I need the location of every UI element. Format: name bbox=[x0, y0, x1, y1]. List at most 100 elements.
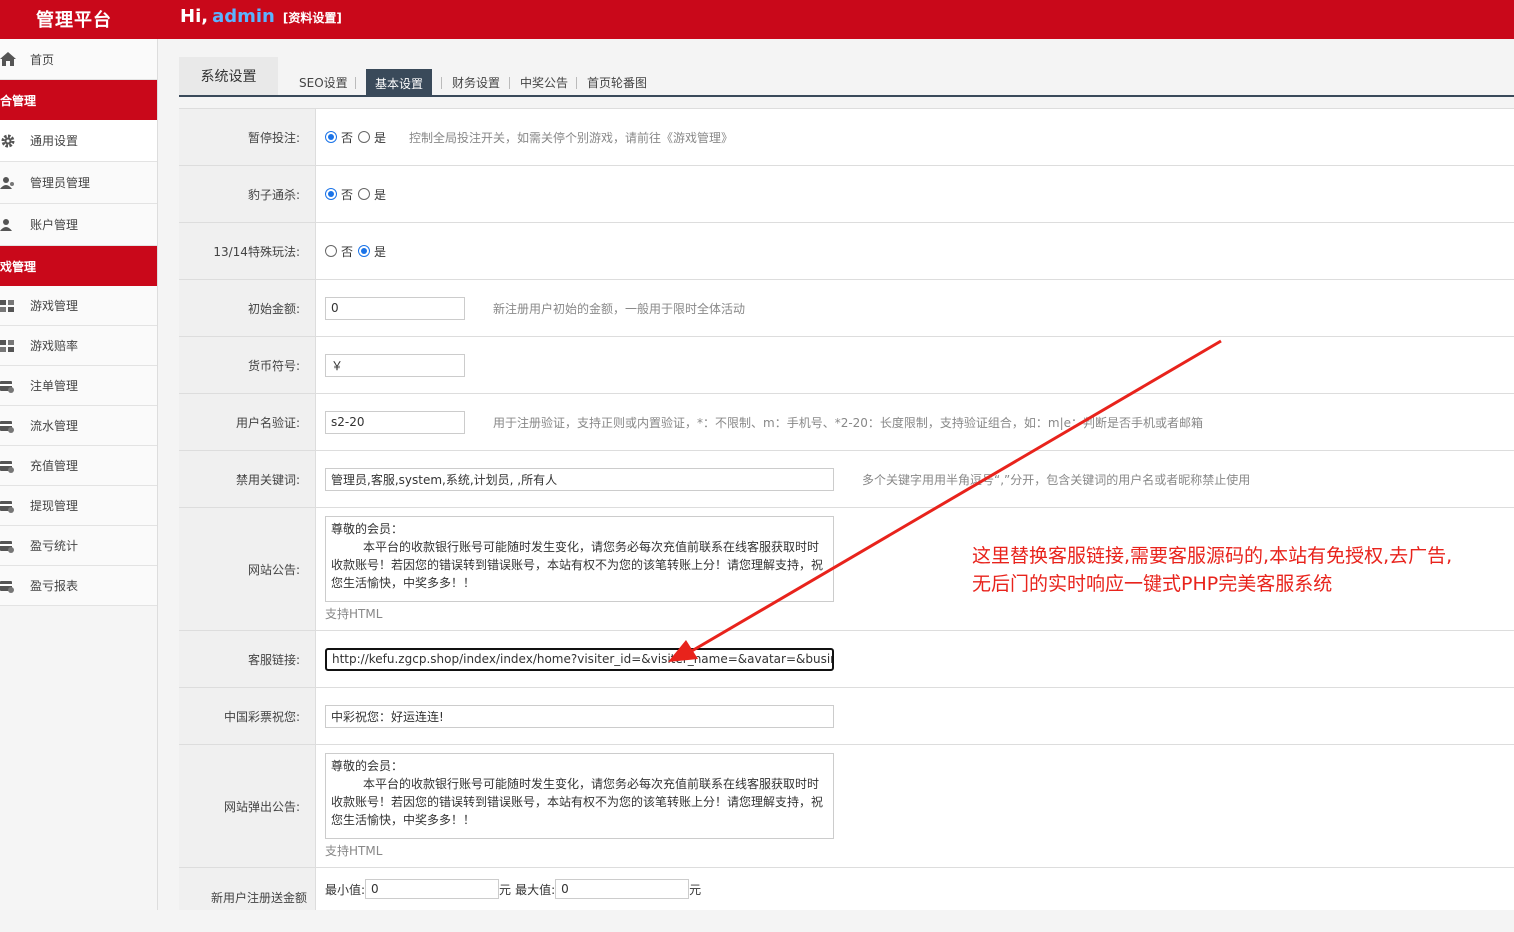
users-icon bbox=[0, 176, 14, 189]
sidebar-item-label: 盈亏报表 bbox=[30, 579, 79, 593]
sidebar-group-game[interactable]: 游戏管理 bbox=[0, 246, 157, 286]
currency-symbol-input[interactable]: ￥ bbox=[325, 353, 465, 377]
sidebar-item-withdraw-management[interactable]: 提现管理 bbox=[0, 486, 157, 526]
radio-pause-yes[interactable] bbox=[358, 131, 371, 143]
max-label: 最大值: bbox=[515, 882, 556, 897]
settings-form: 暂停投注: 否 是 控制全局投注开关，如需关停个别游戏，请前往《游戏管理》 豹子… bbox=[179, 108, 1514, 928]
field-control: 否 是 bbox=[325, 166, 391, 222]
form-row-currency-symbol: 货币符号: ￥ bbox=[179, 337, 1514, 394]
tab-seo-settings[interactable]: SEO设置 bbox=[299, 69, 348, 95]
sidebar-item-label: 首页 bbox=[30, 52, 55, 67]
field-hint: 用于注册验证，支持正则或内置验证，*：不限制、m：手机号、*2-20：长度限制，… bbox=[493, 415, 1204, 430]
sidebar-item-admin-management[interactable]: 管理员管理 bbox=[0, 162, 157, 204]
radio-label: 否 bbox=[341, 244, 354, 259]
grid-icon bbox=[0, 339, 14, 352]
field-control: 否 是 bbox=[325, 223, 391, 279]
html-support-note: 支持HTML bbox=[325, 607, 383, 621]
service-link-input[interactable]: http://kefu.zgcp.shop/index/index/home?v… bbox=[325, 647, 834, 671]
home-icon bbox=[0, 52, 16, 66]
field-control: 尊敬的会员： 本平台的收款银行账号可能随时发生变化，请您务必每次充值前联系在线客… bbox=[325, 508, 834, 630]
bonus-min-input[interactable]: 0 bbox=[365, 879, 500, 899]
tab-winning-notice[interactable]: 中奖公告 bbox=[520, 69, 568, 95]
textarea-line: 尊敬的会员： bbox=[331, 759, 404, 773]
field-label: 客服链接: bbox=[179, 631, 316, 687]
field-control: 0 新注册用户初始的金额，一般用于限时全体活动 bbox=[325, 280, 745, 336]
sidebar-item-label: 游戏赔率 bbox=[30, 339, 79, 353]
radio-special-no[interactable] bbox=[325, 245, 337, 257]
field-control: 最小值: 0 元 最大值: 0 元 bbox=[325, 868, 701, 910]
gear-icon bbox=[1, 134, 15, 147]
main-content: 系统设置 SEO设置 基本设置 财务设置 中奖公告 首页轮番图 暂停投注: 否 … bbox=[179, 39, 1514, 928]
initial-amount-input[interactable]: 0 bbox=[325, 296, 465, 320]
radio-label: 是 bbox=[374, 130, 387, 145]
banned-words-input[interactable]: 管理员,客服,system,系统,计划员, ,所有人 bbox=[325, 467, 834, 491]
radio-label: 是 bbox=[374, 244, 387, 259]
sidebar: 首页 综合管理 通用设置 管理员管理 账户管理 游戏管理 游戏管理 游戏赔率 注… bbox=[0, 39, 158, 910]
radio-label: 是 bbox=[374, 187, 387, 202]
field-hint: 新注册用户初始的金额，一般用于限时全体活动 bbox=[493, 301, 746, 316]
sidebar-item-account-management[interactable]: 账户管理 bbox=[0, 204, 157, 246]
field-label: 货币符号: bbox=[179, 337, 316, 393]
brand-title: 管理平台 bbox=[36, 10, 112, 31]
unit-label: 元 bbox=[499, 882, 512, 897]
form-row-special-play: 13/14特殊玩法: 否 是 bbox=[179, 223, 1514, 280]
card-icon bbox=[0, 580, 14, 593]
annotation-text: 这里替换客服链接,需要客服源码的,本站有免授权,去广告, 无后门的实时响应一键式… bbox=[972, 542, 1452, 598]
sidebar-item-game-odds[interactable]: 游戏赔率 bbox=[0, 326, 157, 366]
form-row-popup-notice: 网站弹出公告: 尊敬的会员： 本平台的收款银行账号可能随时发生变化，请您务必每次… bbox=[179, 745, 1514, 868]
form-row-leopard-kill: 豹子通杀: 否 是 bbox=[179, 166, 1514, 223]
greeting: Hi, admin [资料设置] bbox=[180, 6, 342, 27]
card-icon bbox=[0, 420, 14, 433]
user-icon bbox=[0, 218, 12, 231]
site-notice-textarea[interactable]: 尊敬的会员： 本平台的收款银行账号可能随时发生变化，请您务必每次充值前联系在线客… bbox=[325, 516, 834, 602]
form-row-pause-betting: 暂停投注: 否 是 控制全局投注开关，如需关停个别游戏，请前往《游戏管理》 bbox=[179, 109, 1514, 166]
tab-divider bbox=[355, 77, 356, 89]
profile-settings-link[interactable]: [资料设置] bbox=[283, 11, 342, 25]
tab-basic-settings[interactable]: 基本设置 bbox=[366, 69, 433, 97]
field-label: 用户名验证: bbox=[179, 394, 316, 450]
sidebar-item-profit-stats[interactable]: 盈亏统计 bbox=[0, 526, 157, 566]
field-control: 尊敬的会员： 本平台的收款银行账号可能随时发生变化，请您务必每次充值前联系在线客… bbox=[325, 745, 834, 867]
sidebar-item-flow-management[interactable]: 流水管理 bbox=[0, 406, 157, 446]
field-label: 网站公告: bbox=[179, 508, 316, 630]
sidebar-item-label: 通用设置 bbox=[30, 134, 79, 148]
field-control: http://kefu.zgcp.shop/index/index/home?v… bbox=[325, 631, 834, 687]
field-label: 豹子通杀: bbox=[179, 166, 316, 222]
annotation-line: 这里替换客服链接,需要客服源码的,本站有免授权,去广告, bbox=[972, 545, 1453, 567]
sidebar-group-general[interactable]: 综合管理 bbox=[0, 80, 157, 120]
sidebar-item-general-settings[interactable]: 通用设置 bbox=[0, 120, 157, 162]
bonus-max-input[interactable]: 0 bbox=[555, 879, 690, 899]
username-rule-input[interactable]: s2-20 bbox=[325, 410, 465, 434]
username-link[interactable]: admin bbox=[212, 6, 275, 27]
tab-divider bbox=[441, 77, 442, 89]
tab-finance-settings[interactable]: 财务设置 bbox=[452, 69, 500, 95]
field-control: 管理员,客服,system,系统,计划员, ,所有人 多个关键字用用半角逗号“,… bbox=[325, 451, 1250, 507]
radio-special-yes[interactable] bbox=[358, 245, 371, 257]
bottom-strip bbox=[0, 910, 1514, 932]
sidebar-group-label: 游戏管理 bbox=[0, 259, 37, 274]
field-label: 13/14特殊玩法: bbox=[179, 223, 316, 279]
textarea-line: 本平台的收款银行账号可能随时发生变化，请您务必每次充值前联系在线客服获取时时收款… bbox=[331, 540, 824, 590]
sidebar-item-game-management[interactable]: 游戏管理 bbox=[0, 286, 157, 326]
html-support-note: 支持HTML bbox=[325, 844, 383, 858]
field-control: 中彩祝您：好运连连! bbox=[325, 688, 834, 744]
field-control: s2-20 用于注册验证，支持正则或内置验证，*：不限制、m：手机号、*2-20… bbox=[325, 394, 1203, 450]
sidebar-item-label: 提现管理 bbox=[30, 499, 79, 513]
tab-home-carousel[interactable]: 首页轮番图 bbox=[587, 69, 647, 95]
sidebar-item-home[interactable]: 首页 bbox=[0, 39, 157, 80]
sidebar-item-recharge-management[interactable]: 充值管理 bbox=[0, 446, 157, 486]
sidebar-item-profit-report[interactable]: 盈亏报表 bbox=[0, 566, 157, 606]
min-label: 最小值: bbox=[325, 882, 366, 897]
radio-leopard-yes[interactable] bbox=[358, 188, 371, 200]
radio-leopard-no[interactable] bbox=[325, 188, 337, 200]
card-icon bbox=[0, 460, 14, 473]
popup-notice-textarea[interactable]: 尊敬的会员： 本平台的收款银行账号可能随时发生变化，请您务必每次充值前联系在线客… bbox=[325, 753, 834, 839]
tab-divider bbox=[509, 77, 510, 89]
field-hint: 控制全局投注开关，如需关停个别游戏，请前往《游戏管理》 bbox=[409, 130, 734, 145]
lottery-wish-input[interactable]: 中彩祝您：好运连连! bbox=[325, 704, 834, 728]
unit-label: 元 bbox=[689, 882, 702, 897]
radio-pause-no[interactable] bbox=[325, 131, 337, 143]
sidebar-item-bet-management[interactable]: 注单管理 bbox=[0, 366, 157, 406]
tab-system-settings[interactable]: 系统设置 bbox=[179, 57, 278, 97]
field-label: 网站弹出公告: bbox=[179, 745, 316, 867]
